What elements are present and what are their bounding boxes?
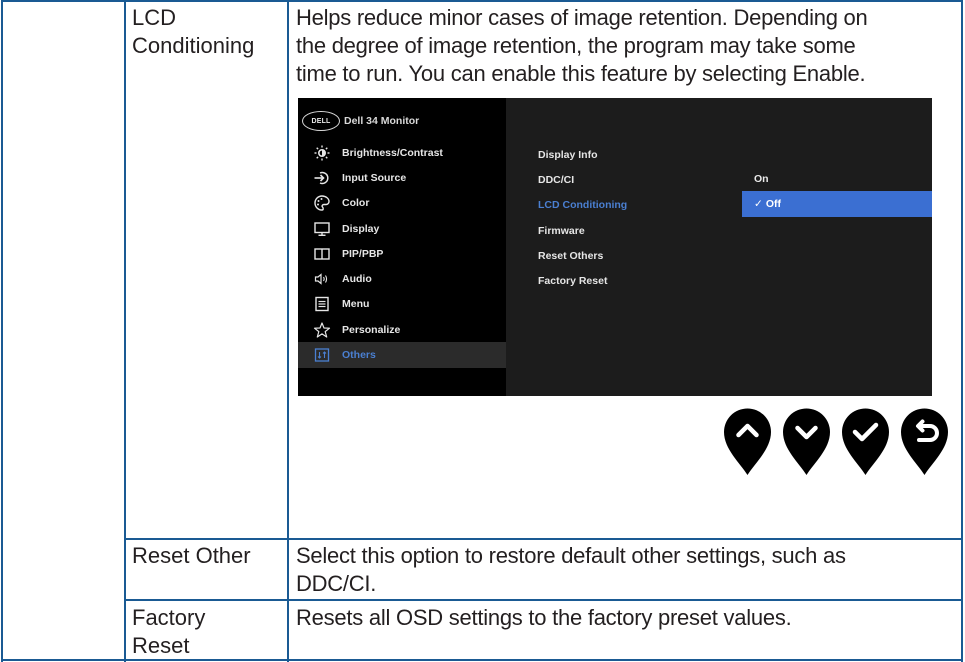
table-border-left <box>1 0 3 662</box>
table-border-col1 <box>124 0 126 662</box>
brightness-icon <box>312 145 332 161</box>
back-button-icon[interactable] <box>895 405 954 477</box>
osd-title: Dell 34 Monitor <box>344 115 420 127</box>
osd-submenu: Display Info DDC/CI LCD Conditioning Fir… <box>538 142 627 294</box>
display-monitor-icon <box>312 221 332 237</box>
menu-item-pip-pbp[interactable]: PIP/PBP <box>298 241 506 266</box>
menu-item-color[interactable]: Color <box>298 191 506 216</box>
row-label-lcd-conditioning: LCD Conditioning <box>132 5 255 58</box>
checkmark-icon: ✓ <box>754 197 763 210</box>
row-label-factory-reset: Factory Reset <box>132 605 206 658</box>
menu-item-input-source[interactable]: Input Source <box>298 165 506 190</box>
menu-item-audio[interactable]: Audio <box>298 266 506 291</box>
menu-item-others[interactable]: Others <box>298 342 506 368</box>
option-off[interactable]: ✓ Off <box>742 191 932 217</box>
dell-logo: DELL <box>302 111 340 131</box>
row-description-lcd-conditioning: Helps reduce minor cases of image retent… <box>296 5 868 86</box>
menu-item-display[interactable]: Display <box>298 216 506 241</box>
submenu-display-info[interactable]: Display Info <box>538 142 627 167</box>
submenu-lcd-conditioning[interactable]: LCD Conditioning <box>538 193 627 218</box>
table-border-top <box>1 0 962 2</box>
table-border-right <box>961 0 963 662</box>
submenu-ddc-ci[interactable]: DDC/CI <box>538 167 627 192</box>
osd-options: On ✓ Off <box>742 166 932 217</box>
row-description-reset-other: Select this option to restore default ot… <box>296 543 846 596</box>
menu-item-brightness-contrast[interactable]: Brightness/Contrast <box>298 140 506 165</box>
submenu-factory-reset[interactable]: Factory Reset <box>538 268 627 293</box>
menu-item-personalize[interactable]: Personalize <box>298 317 506 342</box>
osd-main-menu: Brightness/Contrast Input Source Color D… <box>298 140 506 368</box>
pip-pbp-icon <box>312 246 332 262</box>
star-icon <box>312 322 332 338</box>
row-description-factory-reset: Resets all OSD settings to the factory p… <box>296 605 792 630</box>
osd-menu-screenshot: DELL Dell 34 Monitor Brightness/Contrast… <box>298 98 932 396</box>
menu-list-icon <box>312 296 332 312</box>
row-divider-2 <box>124 599 962 601</box>
down-arrow-button-icon[interactable] <box>777 405 836 477</box>
color-palette-icon <box>312 195 332 211</box>
up-arrow-button-icon[interactable] <box>718 405 777 477</box>
row-label-reset-other: Reset Other <box>132 543 251 568</box>
monitor-control-buttons <box>718 405 954 477</box>
audio-speaker-icon <box>312 271 332 287</box>
osd-header: DELL Dell 34 Monitor <box>298 108 419 134</box>
submenu-firmware[interactable]: Firmware <box>538 218 627 243</box>
check-button-icon[interactable] <box>836 405 895 477</box>
others-icon <box>312 347 332 363</box>
input-source-icon <box>312 170 332 186</box>
row-divider-1 <box>124 538 962 540</box>
table-border-col2 <box>287 0 289 662</box>
menu-item-menu[interactable]: Menu <box>298 292 506 317</box>
option-on[interactable]: On <box>742 166 932 191</box>
submenu-reset-others[interactable]: Reset Others <box>538 243 627 268</box>
